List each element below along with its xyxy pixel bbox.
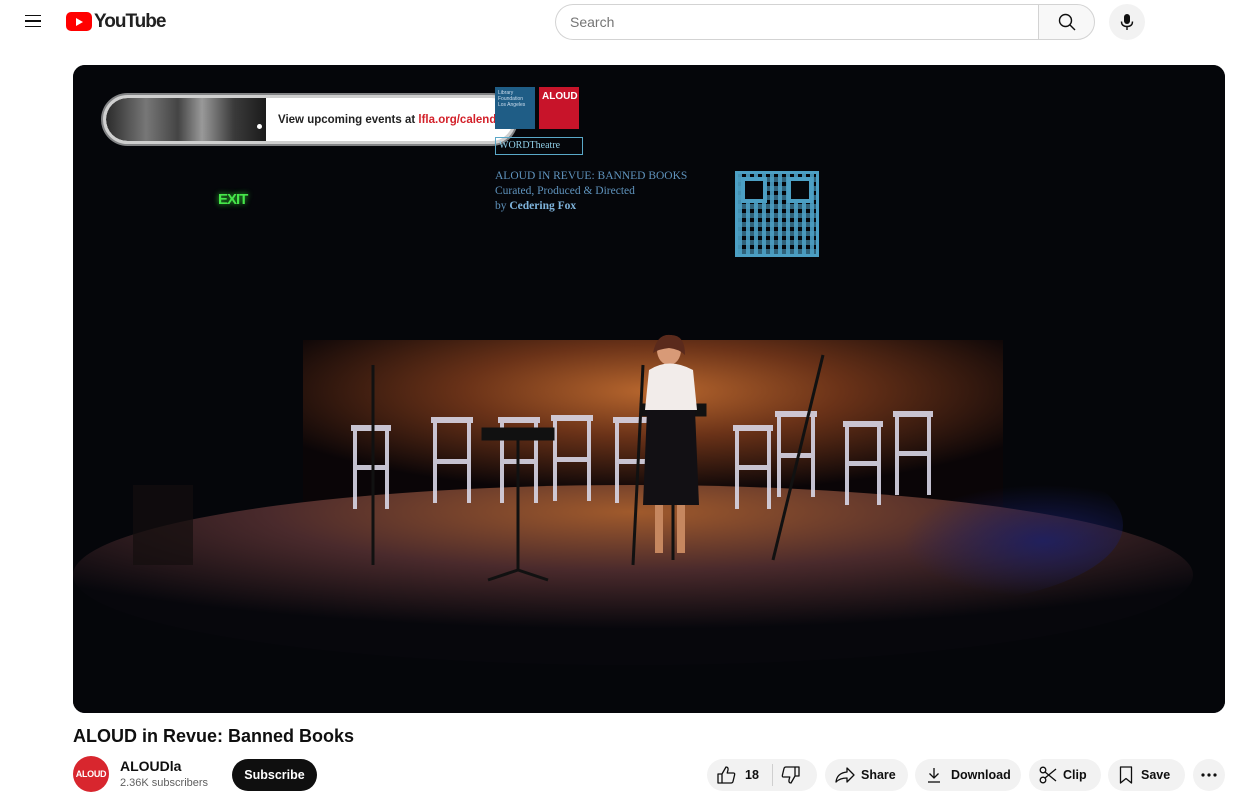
share-icon bbox=[835, 767, 855, 783]
youtube-play-icon bbox=[66, 12, 92, 31]
share-button[interactable]: Share bbox=[825, 759, 908, 791]
stage-screen-text: ALOUD IN REVUE: BANNED BOOKS Curated, Pr… bbox=[495, 169, 687, 214]
promo-thumbnail bbox=[106, 98, 266, 141]
masthead: YouTube bbox=[0, 0, 1245, 44]
download-icon bbox=[928, 768, 940, 783]
thumbs-up-icon bbox=[717, 766, 736, 784]
like-count: 18 bbox=[745, 768, 759, 782]
youtube-logo[interactable]: YouTube bbox=[66, 11, 166, 32]
more-actions-button[interactable] bbox=[1193, 759, 1225, 791]
download-label: Download bbox=[951, 768, 1011, 782]
director-name: Cedering Fox bbox=[509, 200, 577, 212]
screen-line-1: ALOUD IN REVUE: BANNED BOOKS bbox=[495, 170, 688, 182]
like-dislike-bar: 18 bbox=[707, 759, 817, 791]
video-title: ALOUD in Revue: Banned Books bbox=[73, 726, 355, 746]
library-foundation-logo: Library Foundation Los Angeles bbox=[495, 87, 535, 129]
aloud-logo: ALOUD bbox=[539, 87, 579, 129]
exit-sign: EXIT bbox=[218, 191, 248, 208]
qr-code bbox=[735, 171, 819, 257]
promo-link[interactable]: lfla.org/calendar bbox=[418, 114, 507, 126]
video-player[interactable]: View upcoming events at lfla.org/calenda… bbox=[73, 65, 1225, 713]
screen-line-2: Curated, Produced & Directed bbox=[495, 185, 635, 197]
logo-text: YouTube bbox=[94, 11, 166, 32]
channel-avatar[interactable]: ALOUD bbox=[73, 756, 109, 792]
subscribe-button[interactable]: Subscribe bbox=[232, 759, 317, 791]
save-button[interactable]: Save bbox=[1108, 759, 1185, 791]
subscriber-count: 2.36K subscribers bbox=[120, 777, 209, 789]
stage-scene bbox=[73, 65, 1225, 713]
events-promo-overlay[interactable]: View upcoming events at lfla.org/calenda… bbox=[103, 95, 516, 144]
search-icon bbox=[1058, 13, 1075, 31]
word-theatre-logo: WORDTheatre bbox=[495, 137, 583, 155]
bookmark-icon bbox=[1119, 766, 1133, 784]
promo-text: View upcoming events at lfla.org/calenda… bbox=[278, 113, 508, 126]
thumbs-down-icon bbox=[781, 766, 800, 784]
download-button[interactable]: Download bbox=[915, 759, 1021, 791]
hamburger-menu-icon[interactable] bbox=[17, 5, 49, 37]
microphone-icon bbox=[1120, 14, 1134, 30]
like-button[interactable]: 18 bbox=[707, 759, 759, 791]
channel-name[interactable]: ALOUDla bbox=[120, 758, 181, 774]
dislike-button[interactable] bbox=[773, 759, 800, 791]
share-label: Share bbox=[861, 768, 896, 782]
scissors-icon bbox=[1039, 766, 1057, 784]
search-button[interactable] bbox=[1038, 4, 1095, 40]
clip-button[interactable]: Clip bbox=[1029, 759, 1101, 791]
search-bar bbox=[555, 4, 1095, 40]
save-label: Save bbox=[1141, 768, 1171, 782]
voice-search-button[interactable] bbox=[1109, 4, 1145, 40]
more-horizontal-icon bbox=[1201, 773, 1217, 777]
search-input[interactable] bbox=[555, 4, 1038, 40]
clip-label: Clip bbox=[1063, 768, 1087, 782]
screen-line-3: by Cedering Fox bbox=[495, 200, 577, 212]
